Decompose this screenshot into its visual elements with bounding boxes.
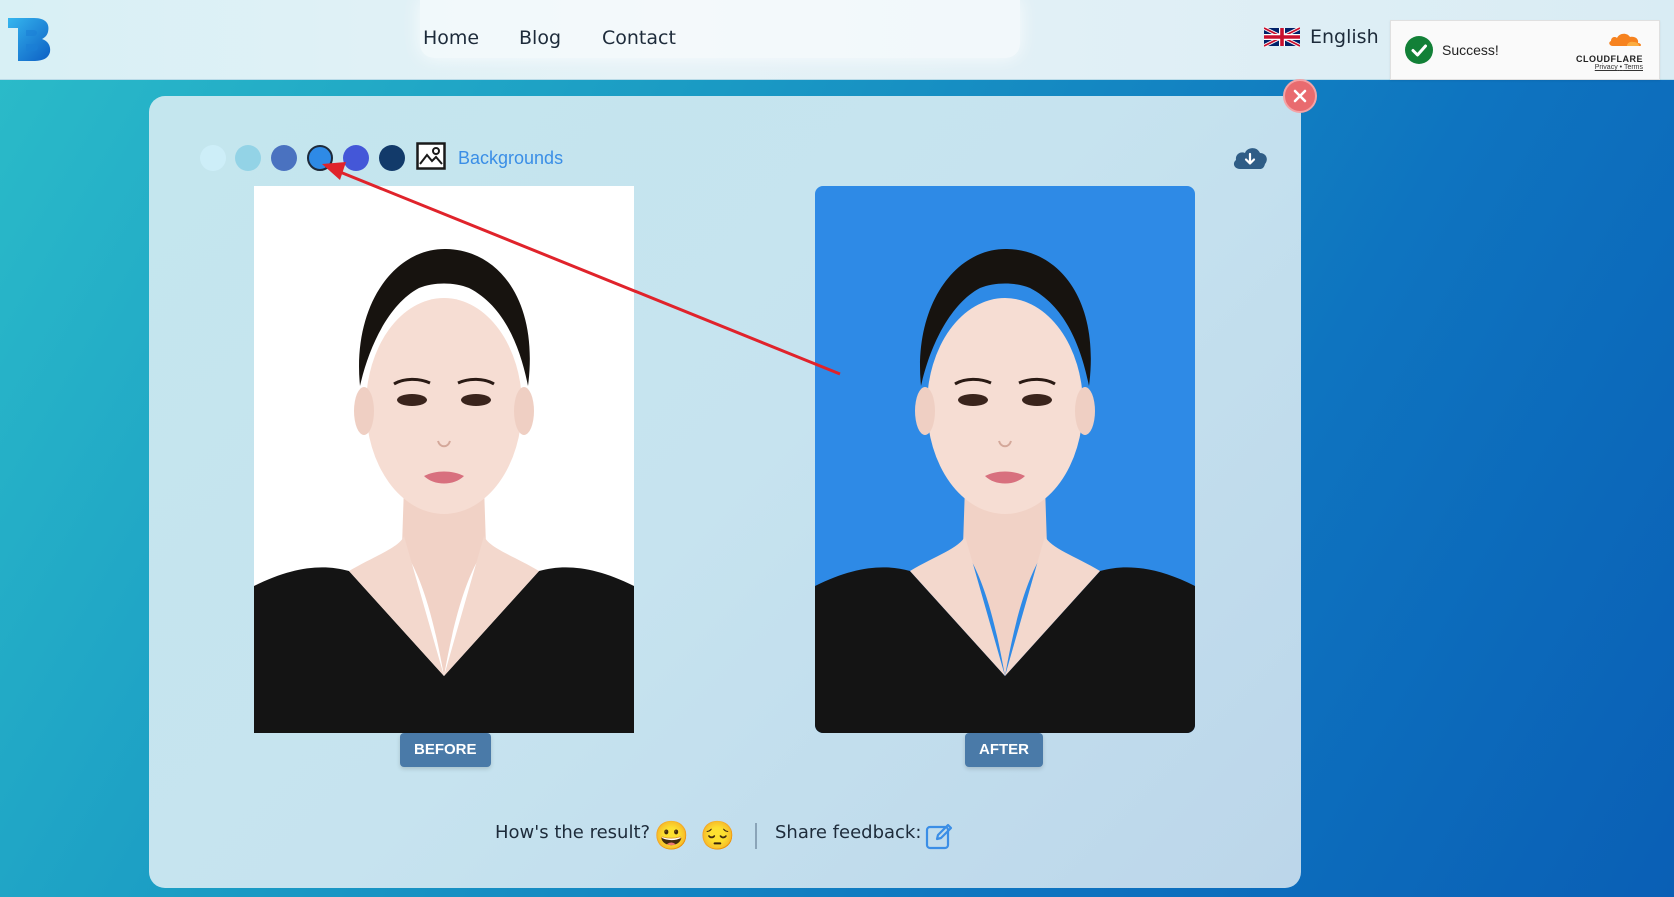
after-tag: AFTER: [965, 733, 1043, 767]
divider: [755, 823, 757, 849]
image-backgrounds-icon[interactable]: [416, 142, 446, 170]
swatch-bright-blue[interactable]: [307, 145, 333, 171]
backgrounds-link[interactable]: Backgrounds: [458, 148, 563, 169]
nav-blog-link[interactable]: Blog: [519, 27, 561, 49]
link-separator: •: [1619, 64, 1623, 71]
nav-home-link[interactable]: Home: [423, 27, 479, 49]
site-logo[interactable]: [6, 14, 54, 62]
result-question: How's the result?: [495, 822, 651, 843]
close-button[interactable]: [1283, 79, 1317, 113]
top-header: Home Blog Contact English Success! CLOUD…: [0, 0, 1674, 80]
swatch-steel-blue[interactable]: [271, 145, 297, 171]
sad-emoji-button[interactable]: 😔: [700, 819, 735, 852]
privacy-link[interactable]: Privacy: [1595, 64, 1618, 71]
cloudflare-status: Success!: [1442, 42, 1499, 58]
cloudflare-turnstile[interactable]: Success! CLOUDFLARE Privacy • Terms: [1390, 20, 1660, 80]
swatch-light-cyan[interactable]: [200, 145, 226, 171]
uk-flag-icon: [1264, 27, 1300, 47]
swatch-navy[interactable]: [379, 145, 405, 171]
nav-background: [420, 0, 1020, 58]
swatch-sky-blue[interactable]: [235, 145, 261, 171]
after-photo: [815, 186, 1195, 733]
terms-link[interactable]: Terms: [1624, 64, 1643, 71]
before-photo: [254, 186, 634, 733]
language-label: English: [1310, 26, 1379, 48]
edit-feedback-icon[interactable]: [925, 822, 953, 850]
portrait-illustration: [254, 248, 634, 733]
cloudflare-logo: CLOUDFLARE Privacy • Terms: [1576, 31, 1643, 71]
close-icon: [1293, 89, 1307, 103]
swatch-indigo[interactable]: [343, 145, 369, 171]
share-feedback-label: Share feedback:: [775, 822, 922, 843]
before-tag: BEFORE: [400, 733, 491, 767]
cloud-icon: [1609, 33, 1642, 46]
nav-contact-link[interactable]: Contact: [602, 27, 676, 49]
cloudflare-brand: CLOUDFLARE: [1576, 54, 1643, 64]
language-selector[interactable]: English: [1264, 26, 1379, 48]
happy-emoji-button[interactable]: 😀: [654, 819, 689, 852]
portrait-illustration: [815, 248, 1195, 733]
success-check-icon: [1405, 36, 1433, 64]
cloud-download-icon[interactable]: [1232, 144, 1268, 170]
